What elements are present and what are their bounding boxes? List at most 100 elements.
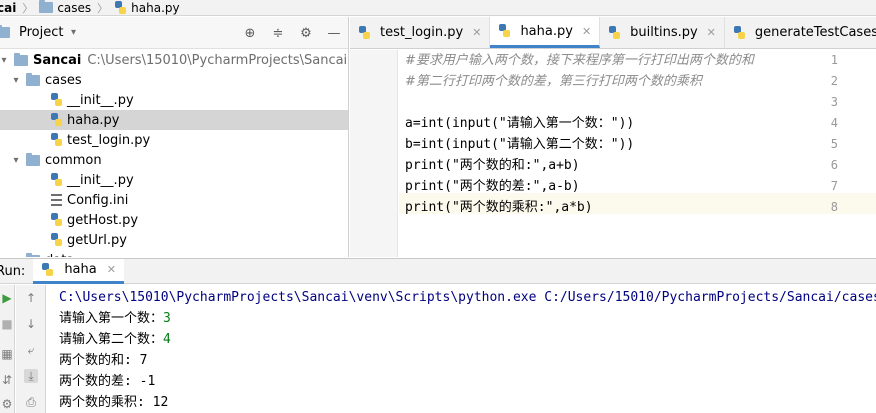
line-number: 3 bbox=[830, 95, 838, 109]
chevron-down-icon: ▾ bbox=[1, 54, 7, 66]
console-line: 两个数的乘积: 12 bbox=[59, 395, 169, 410]
tree-item-folder[interactable]: ▾ cases bbox=[0, 70, 348, 90]
tree-item-project-root[interactable]: ▾ Sancai C:\Users\15010\PycharmProjects\… bbox=[0, 50, 348, 70]
breadcrumb-project[interactable]: cai bbox=[0, 1, 19, 15]
folder-icon bbox=[26, 72, 40, 86]
tab-generate-test-cases[interactable]: generateTestCases.py ✕ bbox=[725, 17, 876, 48]
chevron-down-icon: ▾ bbox=[13, 154, 19, 166]
tree-item-label: __init__.py bbox=[67, 92, 134, 108]
console-line: 请输入第一个数：3 bbox=[59, 308, 171, 329]
gear-icon[interactable]: ⚙ bbox=[298, 25, 314, 41]
line-number: 1 bbox=[830, 53, 838, 67]
close-icon[interactable]: ✕ bbox=[707, 26, 716, 39]
tree-item-file-selected[interactable]: haha.py bbox=[0, 110, 348, 130]
project-folder-icon bbox=[0, 25, 10, 38]
tree-item-label: cases bbox=[45, 72, 82, 88]
breadcrumb: cai 〉 cases 〉 haha.py bbox=[0, 0, 876, 16]
tree-item-file[interactable]: __init__.py bbox=[0, 170, 348, 190]
code-line[interactable]: print("两个数的和:",a+b) bbox=[405, 155, 580, 176]
project-path: C:\Users\15010\PycharmProjects\Sancai bbox=[87, 52, 348, 68]
tree-item-label: getHost.py bbox=[67, 212, 139, 228]
tree-item-label: getUrl.py bbox=[67, 232, 127, 248]
folder-icon bbox=[26, 152, 40, 166]
console-line: 两个数的和: 7 bbox=[59, 353, 148, 368]
scroll-to-end-icon[interactable]: ⤓ bbox=[24, 369, 38, 383]
line-number: 4 bbox=[830, 116, 838, 130]
python-file-icon bbox=[50, 233, 63, 247]
config-file-icon bbox=[51, 194, 62, 206]
settings-icon[interactable]: ⚙ bbox=[0, 397, 14, 411]
line-number: 8 bbox=[830, 200, 838, 214]
tree-item-file[interactable]: Config.ini bbox=[0, 190, 348, 210]
line-number: 2 bbox=[830, 74, 838, 88]
console-user-input: 3 bbox=[163, 311, 171, 326]
close-icon[interactable]: ✕ bbox=[582, 25, 591, 38]
editor-gutter bbox=[350, 50, 398, 257]
python-file-icon bbox=[50, 93, 63, 107]
chevron-right-icon: ▸ bbox=[10, 255, 22, 258]
run-panel-label: Run: bbox=[0, 263, 26, 279]
tree-item-folder[interactable]: ▾ common bbox=[0, 150, 348, 170]
folder-icon bbox=[14, 52, 28, 66]
tab-test-login[interactable]: test_login.py ✕ bbox=[350, 17, 491, 48]
arrow-up-icon[interactable]: ↑ bbox=[24, 291, 38, 305]
tab-label: haha.py bbox=[520, 23, 573, 39]
code-line-comment[interactable]: #第二行打印两个数的差，第三行打印两个数的乘积 bbox=[405, 71, 702, 92]
tab-haha[interactable]: haha.py ✕ bbox=[490, 17, 601, 48]
code-line[interactable]: print("两个数的差:",a-b) bbox=[405, 176, 580, 197]
run-toolbar-secondary: ↑ ↓ ⤶ ⤓ ⎙ bbox=[16, 285, 46, 413]
locate-icon[interactable]: ⊕ bbox=[242, 25, 258, 41]
project-panel-header: Project ▾ ⊕ ≑ ⚙ — bbox=[0, 17, 348, 49]
run-console[interactable]: C:\Users\15010\PycharmProjects\Sancai\ve… bbox=[47, 285, 876, 413]
editor-tab-bar: test_login.py ✕ haha.py ✕ builtins.py ✕ … bbox=[350, 17, 876, 49]
tree-item-file[interactable]: __init__.py bbox=[0, 90, 348, 110]
tree-item-folder[interactable]: ▸ data bbox=[0, 250, 348, 257]
layout-icon[interactable]: ▦ bbox=[0, 347, 14, 361]
arrow-down-icon[interactable]: ↓ bbox=[24, 317, 38, 331]
console-line: 请输入第二个数：4 bbox=[59, 329, 171, 350]
minimize-icon[interactable]: — bbox=[326, 25, 342, 41]
code-line[interactable]: b=int(input("请输入第二个数：")) bbox=[405, 134, 634, 155]
code-line-comment[interactable]: #要求用户输入两个数，接下来程序第一行打印出两个数的和 bbox=[405, 50, 754, 71]
chevron-down-icon: ▾ bbox=[70, 27, 76, 38]
close-icon[interactable]: ✕ bbox=[107, 263, 116, 276]
breadcrumb-separator-icon: 〉 bbox=[97, 1, 109, 15]
project-panel-title: Project bbox=[19, 25, 64, 40]
console-user-input: 4 bbox=[163, 332, 171, 347]
collapse-icon[interactable]: ≑ bbox=[270, 25, 286, 41]
tree-item-file[interactable]: getUrl.py bbox=[0, 230, 348, 250]
project-toolbar: ⊕ ≑ ⚙ — bbox=[242, 25, 342, 41]
tab-builtins[interactable]: builtins.py ✕ bbox=[600, 17, 725, 48]
run-panel-header: Run: haha ✕ bbox=[0, 258, 876, 284]
folder-icon bbox=[39, 0, 54, 13]
breadcrumb-folder[interactable]: cases bbox=[36, 0, 94, 15]
chevron-down-icon: ▾ bbox=[13, 74, 19, 86]
run-tab-haha[interactable]: haha ✕ bbox=[33, 258, 124, 284]
line-number: 5 bbox=[830, 137, 838, 151]
line-number: 7 bbox=[830, 179, 838, 193]
python-file-icon bbox=[498, 24, 511, 38]
project-view-selector[interactable]: Project ▾ bbox=[0, 25, 79, 40]
tree-item-label: Config.ini bbox=[67, 192, 129, 208]
rerun-icon[interactable]: ▶ bbox=[0, 291, 14, 305]
soft-wrap-icon[interactable]: ⤶ bbox=[24, 343, 38, 357]
tab-label: builtins.py bbox=[630, 25, 698, 40]
pin-icon[interactable]: ⇵ bbox=[0, 373, 14, 387]
python-file-icon bbox=[50, 113, 63, 127]
tree-item-label: test_login.py bbox=[67, 132, 151, 148]
console-command-line: C:\Users\15010\PycharmProjects\Sancai\ve… bbox=[59, 290, 876, 305]
console-prompt: 请输入第二个数： bbox=[59, 332, 164, 347]
tree-item-file[interactable]: getHost.py bbox=[0, 210, 348, 230]
print-icon[interactable]: ⎙ bbox=[24, 395, 38, 409]
code-line[interactable]: a=int(input("请输入第一个数：")) bbox=[405, 113, 634, 134]
breadcrumb-file[interactable]: haha.py bbox=[111, 0, 182, 15]
python-file-icon bbox=[50, 213, 63, 227]
console-prompt: 请输入第一个数： bbox=[59, 311, 164, 326]
code-line-current[interactable]: print("两个数的乘积:",a*b) bbox=[405, 197, 593, 218]
stop-icon[interactable]: ■ bbox=[0, 317, 14, 331]
folder-icon bbox=[26, 252, 40, 257]
tab-label: test_login.py bbox=[380, 25, 464, 40]
breadcrumb-folder-label: cases bbox=[57, 0, 92, 15]
close-icon[interactable]: ✕ bbox=[472, 26, 481, 39]
tree-item-file[interactable]: test_login.py bbox=[0, 130, 348, 150]
